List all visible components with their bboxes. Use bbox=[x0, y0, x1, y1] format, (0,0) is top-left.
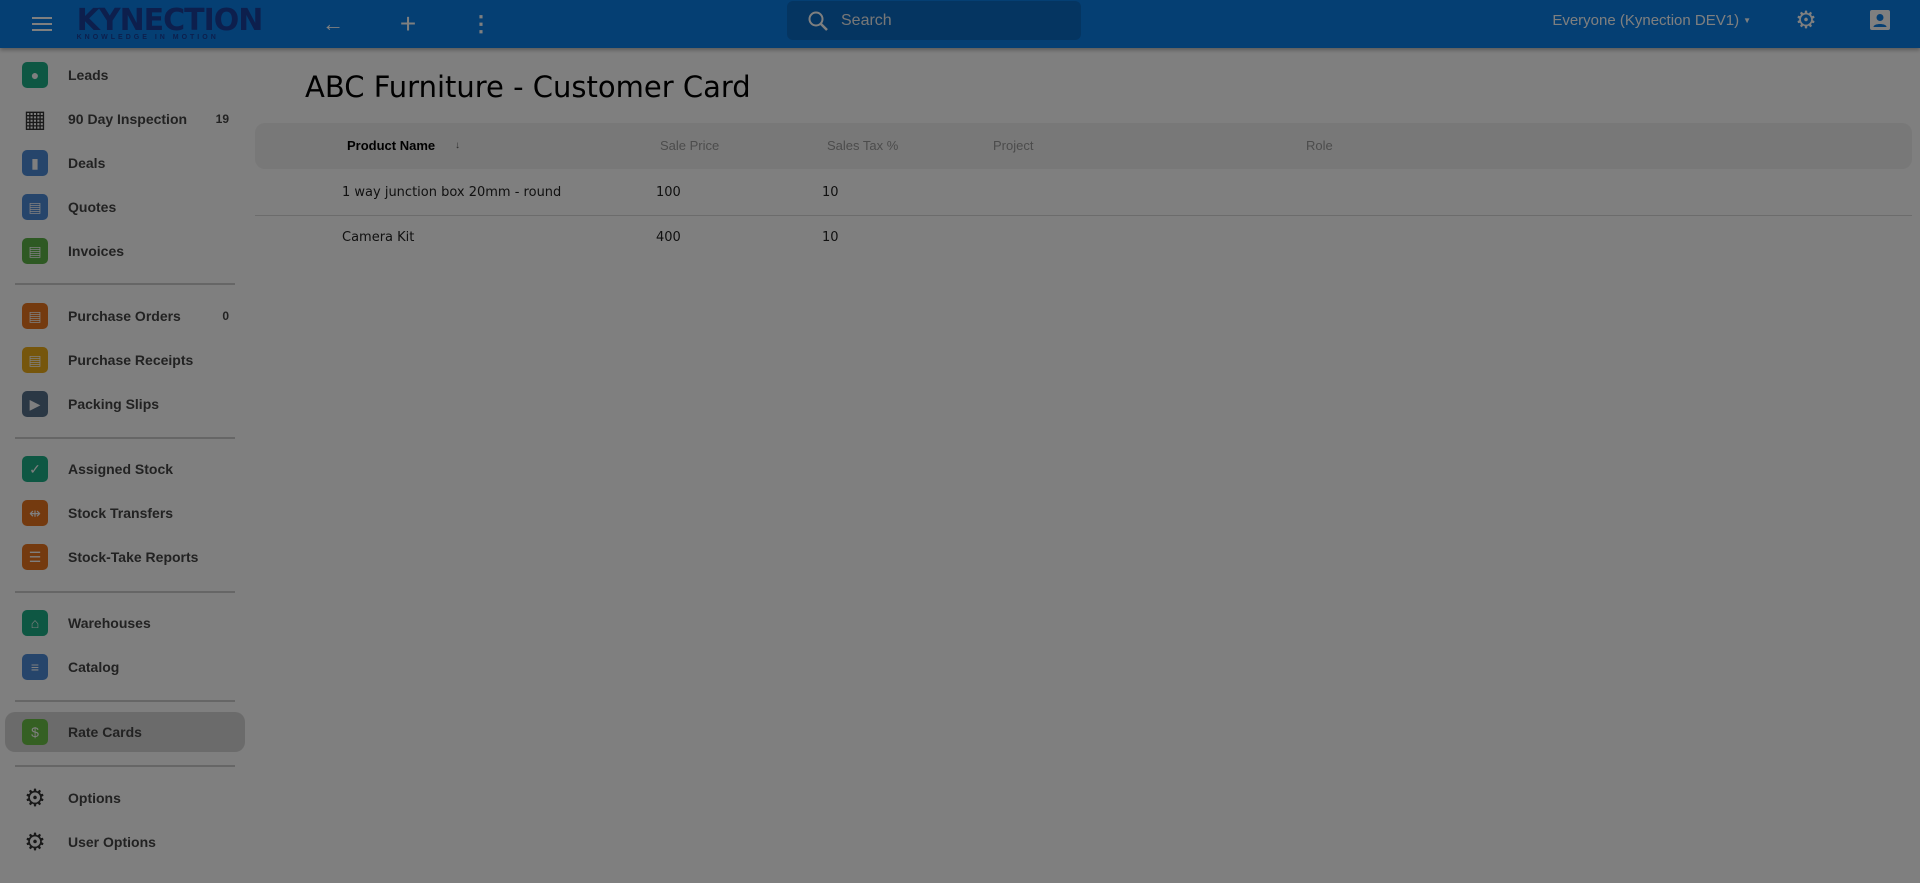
modal-backdrop[interactable] bbox=[0, 0, 1920, 883]
